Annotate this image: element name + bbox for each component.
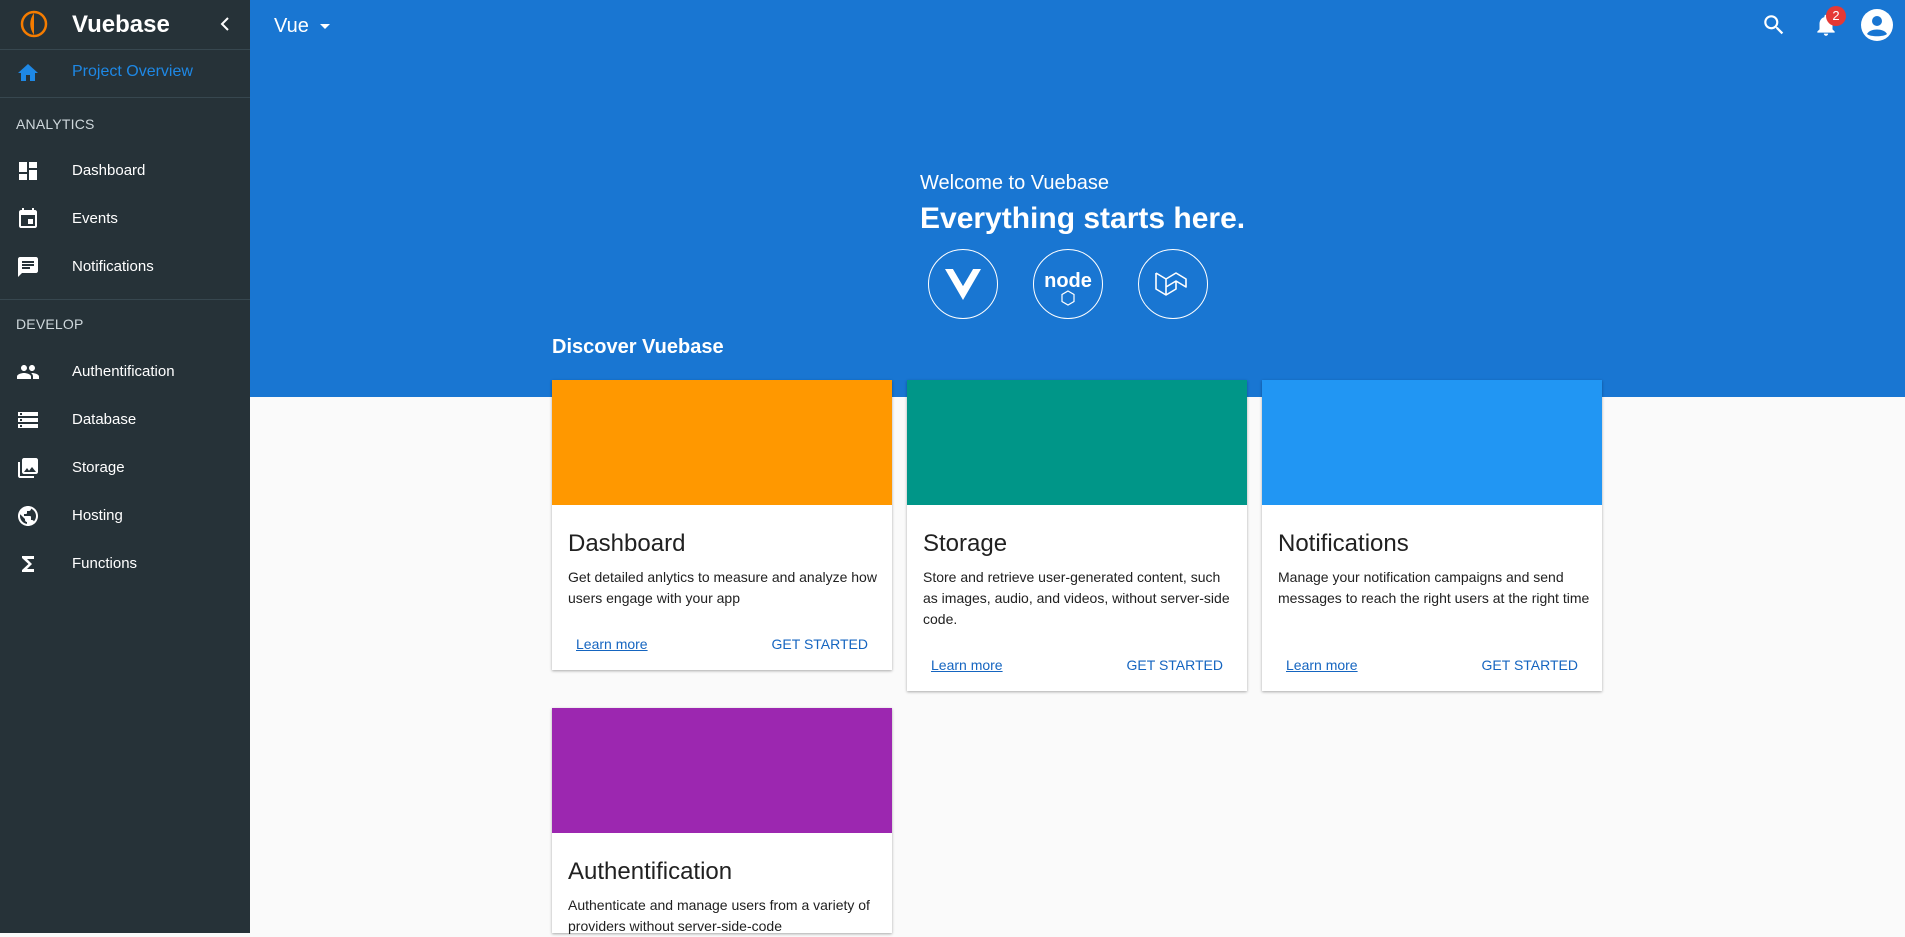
sidebar-item-label: Storage — [72, 459, 125, 476]
app-title: Vuebase — [72, 11, 170, 38]
sidebar-item-storage[interactable]: Storage — [0, 444, 250, 492]
sidebar: Vuebase Project Overview ANALYTICS Dashb… — [0, 0, 250, 933]
sidebar-item-events[interactable]: Events — [0, 195, 250, 243]
sidebar-item-label: Dashboard — [72, 162, 146, 179]
learn-more-link[interactable]: Learn more — [576, 636, 648, 652]
calendar-icon — [19, 208, 37, 228]
hero-banner — [250, 0, 1905, 397]
laravel-icon — [1155, 272, 1187, 296]
sidebar-item-label: Authentification — [72, 363, 175, 380]
svg-text:node: node — [1044, 270, 1092, 292]
collapse-sidebar-icon[interactable] — [215, 13, 235, 35]
sidebar-item-label: Notifications — [72, 258, 154, 275]
card-description: Manage your notification campaigns and s… — [1278, 569, 1590, 606]
sidebar-item-label: Project Overview — [72, 63, 193, 80]
card-media — [1262, 380, 1602, 505]
sidebar-item-label: Functions — [72, 555, 138, 572]
card-notifications: Notifications Manage your notification c… — [1262, 380, 1602, 691]
learn-more-link[interactable]: Learn more — [931, 657, 1003, 673]
laravel-logo — [1138, 249, 1208, 319]
dropdown-arrow-icon — [319, 24, 330, 29]
sidebar-item-database[interactable]: Database — [0, 396, 250, 444]
message-icon — [18, 257, 38, 277]
nodejs-icon: node — [1044, 270, 1092, 306]
account-avatar-icon[interactable] — [1861, 9, 1893, 41]
get-started-button[interactable]: GET STARTED — [1482, 657, 1578, 673]
get-started-button[interactable]: GET STARTED — [772, 636, 868, 652]
node-logo: node — [1033, 249, 1103, 319]
home-icon — [18, 64, 38, 81]
card-title: Storage — [923, 530, 1008, 557]
sidebar-item-hosting[interactable]: Hosting — [0, 492, 250, 540]
card-description: Get detailed anlytics to measure and ana… — [568, 569, 877, 606]
learn-more-link[interactable]: Learn more — [1286, 657, 1358, 673]
search-icon[interactable] — [1761, 12, 1787, 38]
brand-header: Vuebase — [0, 0, 250, 50]
vuebase-logo-icon — [20, 10, 48, 38]
card-dashboard: Dashboard Get detailed anlytics to measu… — [552, 380, 892, 670]
discover-heading: Discover Vuebase — [552, 336, 724, 358]
dashboard-icon — [19, 162, 37, 180]
divider — [0, 97, 250, 98]
card-storage: Storage Store and retrieve user-generate… — [907, 380, 1247, 691]
people-icon — [17, 365, 39, 379]
card-description: Authenticate and manage users from a var… — [568, 897, 870, 934]
section-title-analytics: ANALYTICS — [16, 116, 95, 132]
sidebar-item-label: Events — [72, 210, 118, 227]
card-media — [552, 380, 892, 505]
card-description: Store and retrieve user-generated conten… — [923, 569, 1230, 627]
card-title: Dashboard — [568, 530, 686, 557]
card-title: Notifications — [1278, 530, 1409, 557]
sidebar-item-label: Database — [72, 411, 137, 428]
sidebar-item-label: Hosting — [72, 507, 123, 524]
globe-icon — [18, 506, 38, 526]
sidebar-item-functions[interactable]: Functions — [0, 540, 250, 588]
vue-logo — [928, 249, 998, 319]
section-title-develop: DEVELOP — [16, 316, 84, 332]
notification-badge: 2 — [1826, 6, 1846, 26]
get-started-button[interactable]: GET STARTED — [1127, 657, 1223, 673]
card-media — [907, 380, 1247, 505]
divider — [0, 299, 250, 300]
card-title: Authentification — [568, 858, 733, 885]
card-authentification: Authentification Authenticate and manage… — [552, 708, 892, 934]
sidebar-item-authentification[interactable]: Authentification — [0, 348, 250, 396]
hero-headline: Everything starts here. — [920, 202, 1246, 235]
sidebar-item-project-overview[interactable]: Project Overview — [0, 49, 250, 97]
photo-library-icon — [18, 458, 38, 478]
card-media — [552, 708, 892, 833]
project-name: Vue — [274, 14, 309, 37]
vue-icon — [945, 269, 981, 300]
sidebar-item-notifications[interactable]: Notifications — [0, 243, 250, 291]
sidebar-item-dashboard[interactable]: Dashboard — [0, 147, 250, 195]
project-selector[interactable]: Vue — [274, 13, 331, 39]
welcome-text: Welcome to Vuebase — [920, 172, 1109, 194]
storage-icon — [18, 412, 38, 428]
sigma-icon — [22, 556, 34, 572]
